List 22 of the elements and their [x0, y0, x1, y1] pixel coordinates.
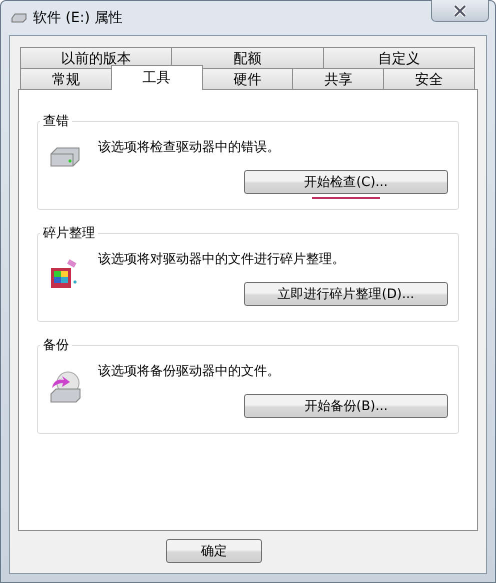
section-title: 查错 [42, 113, 70, 130]
hard-drive-icon [48, 146, 82, 168]
window-title: 软件 (E:) 属性 [33, 9, 122, 27]
close-icon [453, 4, 467, 16]
tab[interactable]: 安全 [383, 68, 475, 90]
ok-button[interactable]: 确定 [166, 539, 262, 563]
section-description: 该选项将对驱动器中的文件进行碎片整理。 [98, 251, 346, 268]
tab[interactable]: 自定义 [322, 47, 475, 69]
section-description: 该选项将备份驱动器中的文件。 [98, 363, 281, 380]
tab[interactable]: 共享 [292, 68, 384, 90]
section-title: 碎片整理 [42, 225, 96, 242]
close-button[interactable] [431, 0, 489, 22]
action-button[interactable]: 开始检查(C)... [244, 170, 448, 194]
section-title: 备份 [42, 337, 70, 354]
tab[interactable]: 配额 [171, 47, 324, 69]
action-button[interactable]: 开始备份(B)... [244, 394, 448, 418]
tab[interactable]: 常规 [20, 68, 112, 90]
section-description: 该选项将检查驱动器中的错误。 [98, 139, 281, 156]
action-button[interactable]: 立即进行碎片整理(D)... [244, 282, 448, 306]
drive-icon [11, 13, 27, 23]
tab[interactable]: 硬件 [202, 68, 294, 90]
tab[interactable]: 工具 [110, 65, 203, 90]
